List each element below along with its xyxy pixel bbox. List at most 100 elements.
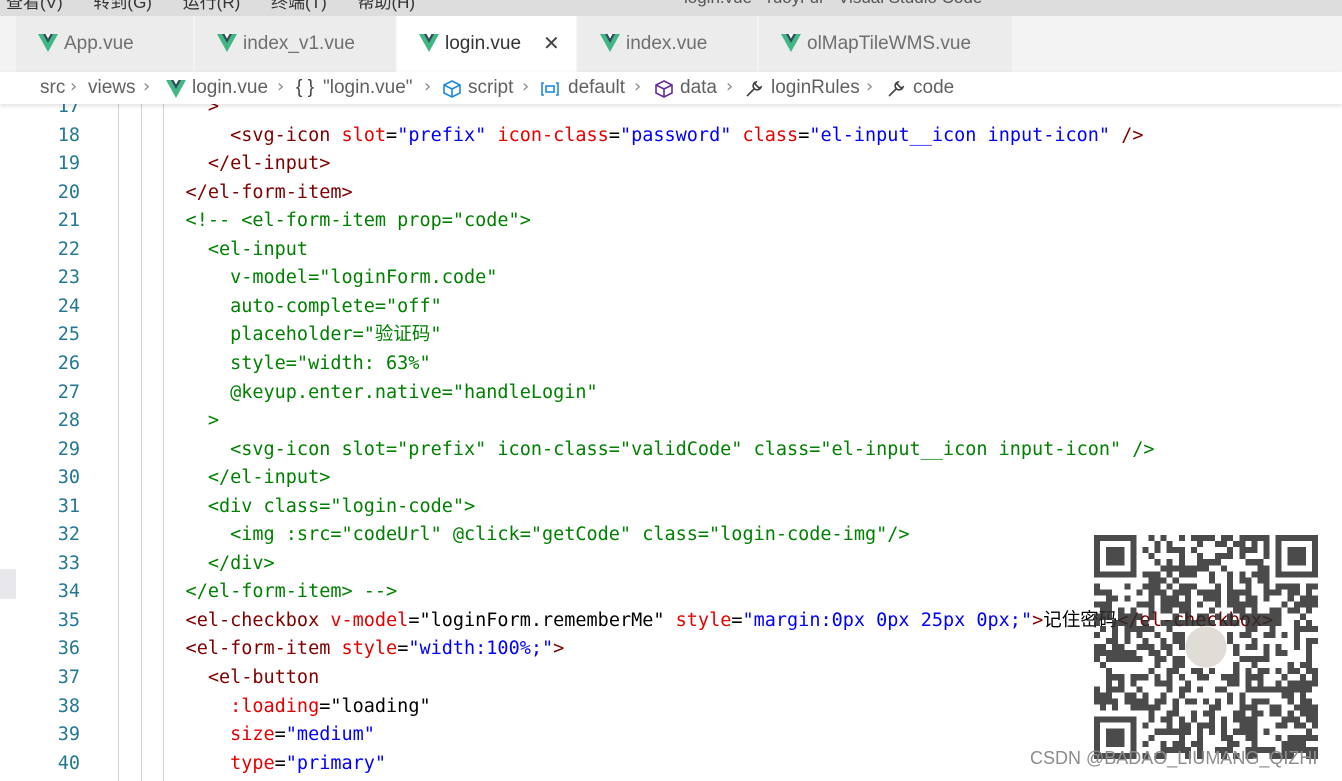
- vue-icon: [38, 34, 58, 52]
- editor-tab-bar: App.vue index_v1.vue login.vue ✕ index.v…: [0, 16, 1342, 72]
- code-token: =: [274, 724, 286, 746]
- code-text: placeholder="验证码": [141, 321, 441, 349]
- menu-goto[interactable]: 转到(G): [93, 0, 152, 12]
- code-text: </el-form-item> -->: [141, 578, 398, 606]
- csdn-watermark: CSDN @BADAO_LIUMANG_QIZHI: [1030, 748, 1318, 768]
- tab-login-vue[interactable]: login.vue ✕: [397, 16, 577, 72]
- line-number: 26: [57, 352, 80, 374]
- tab-app-vue[interactable]: App.vue: [16, 16, 194, 72]
- code-token: <el-checkbox: [141, 609, 331, 631]
- code-token: =: [798, 124, 810, 146]
- breadcrumb-src[interactable]: src: [40, 77, 65, 99]
- line-number: 36: [57, 638, 80, 660]
- code-token: style: [675, 609, 732, 631]
- window-title: login.vue - ruoyi-ui - Visual Studio Cod…: [684, 0, 982, 8]
- close-icon[interactable]: ✕: [543, 31, 560, 55]
- code-line[interactable]: 21 <!-- <el-form-item prop="code">: [0, 207, 1342, 236]
- menu-help[interactable]: 帮助(H): [357, 0, 415, 12]
- line-number: 27: [57, 381, 80, 403]
- breadcrumb-file[interactable]: login.vue: [192, 77, 268, 99]
- code-line[interactable]: 20 </el-form-item>: [0, 179, 1342, 208]
- chevron-right-icon: ›: [424, 76, 432, 97]
- tab-label: index.vue: [626, 33, 708, 54]
- code-token: >: [141, 410, 219, 432]
- chevron-right-icon: ›: [522, 76, 530, 97]
- code-text: </div>: [141, 550, 275, 578]
- code-text: </el-form-item>: [141, 179, 353, 207]
- code-token: =: [397, 638, 409, 660]
- code-token: <!-- <el-form-item prop="code">: [141, 210, 531, 232]
- code-token: type: [141, 752, 275, 774]
- line-number: 32: [57, 524, 80, 546]
- tab-olmaptilewms-vue[interactable]: olMapTileWMS.vue: [759, 16, 1013, 72]
- chevron-right-icon: ›: [866, 76, 874, 97]
- code-token: <svg-icon: [141, 124, 342, 146]
- breadcrumb-loginrules[interactable]: loginRules: [771, 77, 860, 99]
- tab-label: login.vue: [445, 33, 522, 54]
- code-text: </el-input>: [141, 150, 331, 178]
- code-line[interactable]: 28 >: [0, 407, 1342, 436]
- code-text: <el-form-item style="width:100%;">: [141, 635, 565, 663]
- code-token: =: [319, 695, 331, 717]
- tab-label: olMapTileWMS.vue: [807, 33, 972, 54]
- breadcrumb-data[interactable]: data: [680, 77, 717, 99]
- qr-code-image: [1094, 535, 1318, 759]
- code-token: </el-form-item>: [141, 181, 353, 203]
- code-line[interactable]: 31 <div class="login-code">: [0, 493, 1342, 522]
- code-text: >: [141, 407, 219, 435]
- line-number: 25: [57, 324, 80, 346]
- code-token: <el-button: [141, 667, 320, 688]
- breadcrumb-default[interactable]: default: [568, 77, 625, 99]
- code-token: =: [608, 124, 620, 146]
- line-number: 17: [57, 104, 80, 117]
- code-line[interactable]: 18 <svg-icon slot="prefix" icon-class="p…: [0, 122, 1342, 151]
- menu-run[interactable]: 运行(R): [183, 0, 241, 12]
- menu-view[interactable]: 查看(V): [6, 0, 63, 12]
- code-line[interactable]: 22 <el-input: [0, 236, 1342, 265]
- chevron-right-icon: ›: [277, 76, 285, 97]
- code-line[interactable]: 27 @keyup.enter.native="handleLogin": [0, 379, 1342, 408]
- code-token: style: [341, 638, 398, 660]
- code-line[interactable]: 30 </el-input>: [0, 464, 1342, 493]
- code-token: "medium": [285, 724, 375, 746]
- tab-index-v1-vue[interactable]: index_v1.vue: [195, 16, 396, 72]
- code-token: </el-input>: [141, 153, 331, 175]
- code-line[interactable]: 26 style="width: 63%": [0, 350, 1342, 379]
- breadcrumb: src › views › login.vue › { } "login.vue…: [0, 72, 1342, 104]
- vue-icon: [600, 34, 620, 52]
- line-number: 21: [57, 210, 80, 232]
- code-token: "loading": [330, 695, 431, 717]
- menu-terminal[interactable]: 终端(T): [271, 0, 327, 12]
- code-token: v-model="loginForm.code": [141, 267, 498, 289]
- code-token: auto-complete="off": [141, 295, 442, 317]
- code-line[interactable]: 19 </el-input>: [0, 150, 1342, 179]
- line-number: 18: [57, 124, 80, 146]
- code-token: </el-input>: [141, 467, 331, 489]
- code-text: </el-input>: [141, 464, 331, 492]
- line-number: 31: [57, 495, 80, 517]
- code-line[interactable]: 29 <svg-icon slot="prefix" icon-class="v…: [0, 436, 1342, 465]
- tab-label: App.vue: [64, 33, 134, 54]
- line-number: 34: [57, 581, 80, 603]
- tab-index-vue[interactable]: index.vue: [578, 16, 758, 72]
- code-text: auto-complete="off": [141, 293, 442, 321]
- code-text: <div class="login-code">: [141, 493, 475, 521]
- chevron-right-icon: ›: [634, 76, 642, 97]
- breadcrumb-views[interactable]: views: [88, 77, 136, 99]
- code-token: />: [1121, 124, 1144, 146]
- code-token: "loginForm.rememberMe": [419, 609, 665, 631]
- code-token: class: [742, 124, 799, 146]
- code-line[interactable]: 23 v-model="loginForm.code": [0, 264, 1342, 293]
- code-text: style="width: 63%": [141, 350, 431, 378]
- code-token: =: [731, 609, 743, 631]
- code-token: slot: [341, 124, 387, 146]
- code-line[interactable]: 25 placeholder="验证码": [0, 321, 1342, 350]
- breadcrumb-component[interactable]: "login.vue": [323, 77, 413, 99]
- code-token: style="width: 63%": [141, 352, 431, 374]
- code-line[interactable]: 17 >: [0, 104, 1342, 122]
- breadcrumb-script[interactable]: script: [468, 77, 513, 99]
- breadcrumb-code[interactable]: code: [913, 77, 954, 99]
- code-line[interactable]: 24 auto-complete="off": [0, 293, 1342, 322]
- code-text: <el-button: [141, 664, 319, 692]
